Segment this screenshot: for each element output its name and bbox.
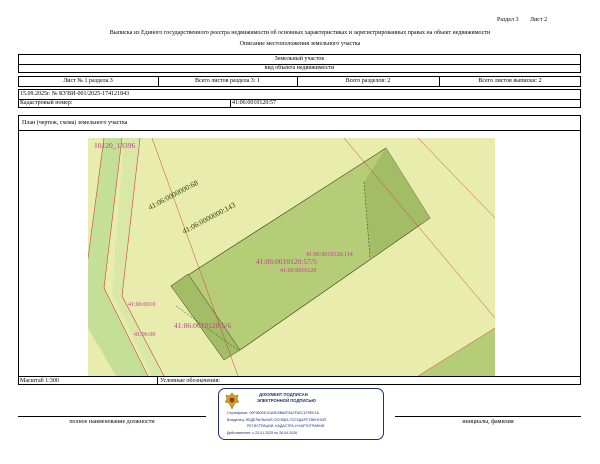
map-label-right-parcel: 41:06:0010120:114 (306, 252, 353, 258)
stamp-title-line2: ЭЛЕКТРОННОЙ ПОДПИСЬЮ (257, 398, 316, 403)
stamp-owner-line1: Владелец: ФЕДЕРАЛЬНАЯ СЛУЖБА ГОСУДАРСТВЕ… (227, 418, 326, 422)
sheet-label: Лист 2 (530, 17, 548, 23)
stamp-title-line1: ДОКУМЕНТ ПОДПИСАН (259, 392, 308, 397)
sheets-in-section: Всего листов раздела 3: 1 (195, 78, 260, 84)
position-line (18, 416, 206, 417)
stamp-validity: Действителен: с 22.01.2025 по 26.04.2026 (227, 431, 298, 435)
total-sheets: Всего листов выписки: 2 (478, 78, 542, 84)
electronic-signature-stamp: ДОКУМЕНТ ПОДПИСАН ЭЛЕКТРОННОЙ ПОДПИСЬЮ С… (218, 388, 384, 440)
signature-line (395, 416, 581, 417)
cadastral-number: 41:06:0010120:57 (232, 100, 277, 106)
map-label-left-parcel-a: 41:06:0010 (128, 302, 155, 308)
map-scale: Масштаб 1:300 (20, 378, 59, 384)
map-label-main-parcel: 41:06:0010120:57/5 (256, 257, 317, 266)
parcel-map: 10120_13396 41:06:0000000:68 41:06:00000… (88, 138, 495, 376)
map-label-left-parcel-b: 41:06:00 (134, 332, 155, 338)
plan-heading: План (чертеж, схема) земельного участка (22, 120, 128, 126)
scale-legend-row (18, 376, 581, 385)
sheet-of-section: Лист № 1 раздела 3 (63, 78, 113, 84)
signature-caption: инициалы, фамилия (462, 419, 514, 425)
object-type: Земельный участок (274, 56, 325, 62)
position-caption: полное наименование должности (69, 419, 155, 425)
map-label-main-parcel-sub: 41:06:0010120 (280, 268, 316, 274)
document-title: Выписка из Единого государственного реес… (109, 30, 491, 36)
legend-label: Условные обозначения: (160, 378, 221, 384)
emblem-icon (224, 392, 240, 410)
object-type-caption: вид объекта недвижимости (264, 65, 335, 71)
map-label-block: 10120_13396 (94, 141, 136, 150)
section-label: Раздел 3 (497, 17, 519, 23)
stamp-owner-line2: РЕГИСТРАЦИИ, КАДАСТРА И КАРТОГРАФИИ (247, 424, 325, 428)
stamp-certificate: Сертификат: 00F960EE1DA9D3B60F8A7F82C1F9… (227, 411, 320, 415)
cadastral-label: Кадастровый номер: (20, 100, 73, 106)
map-label-bottom-parcel: 41:06:0010120:5/6 (174, 321, 231, 330)
document-subtitle: Описание местоположения земельного участ… (239, 41, 361, 47)
record-date-number: 15.09.2025г. № КУВИ-001/2025-174121843 (20, 91, 130, 97)
total-sections: Всего разделов: 2 (345, 78, 391, 84)
